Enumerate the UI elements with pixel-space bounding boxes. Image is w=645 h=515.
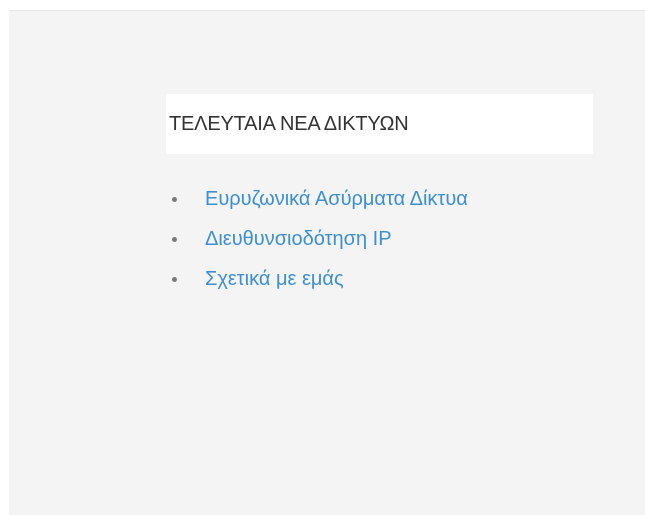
bullet-icon [172,236,177,242]
bullet-icon [172,276,177,282]
widget-title: ΤΕΛΕΥΤΑΙΑ ΝΕΑ ΔΙΚΤΥΩΝ [169,112,409,135]
link-about-us[interactable]: Σχετικά με εμάς [205,268,344,291]
link-broadband-wireless[interactable]: Ευρυζωνικά Ασύρματα Δίκτυα [205,188,468,211]
bullet-icon [172,196,177,202]
list-item: Σχετικά με εμάς [172,259,468,299]
list-item: Ευρυζωνικά Ασύρματα Δίκτυα [172,179,468,219]
sidebar-panel: ΤΕΛΕΥΤΑΙΑ ΝΕΑ ΔΙΚΤΥΩΝ Ευρυζωνικά Ασύρματ… [9,10,645,515]
list-item: Διευθυνσιοδότηση IP [172,219,468,259]
link-ip-addressing[interactable]: Διευθυνσιοδότηση IP [205,228,392,251]
widget-link-list: Ευρυζωνικά Ασύρματα Δίκτυα Διευθυνσιοδότ… [172,179,468,299]
widget-header: ΤΕΛΕΥΤΑΙΑ ΝΕΑ ΔΙΚΤΥΩΝ [166,94,593,154]
